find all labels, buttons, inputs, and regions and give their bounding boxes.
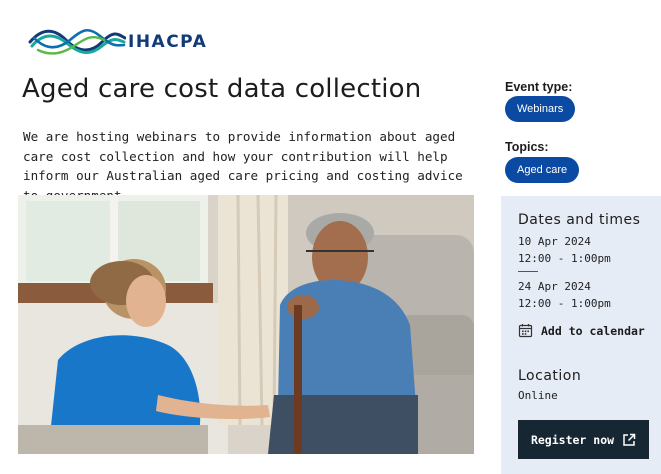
session-divider <box>518 271 538 272</box>
session-date: 10 Apr 2024 <box>518 235 591 248</box>
add-to-calendar-label: Add to calendar <box>541 323 645 338</box>
location-heading: Location <box>518 368 582 384</box>
dates-heading: Dates and times <box>518 212 641 228</box>
intro-paragraph: We are hosting webinars to provide infor… <box>23 129 463 203</box>
topic-tag-aged-care[interactable]: Aged care <box>505 157 580 183</box>
session-time: 12:00 - 1:00pm <box>518 252 611 265</box>
register-now-label: Register now <box>530 432 615 447</box>
event-type-tag[interactable]: Webinars <box>505 96 576 122</box>
register-now-button[interactable]: Register now <box>518 420 649 459</box>
page-title: Aged care cost data collection <box>22 74 422 104</box>
location-value: Online <box>518 389 558 402</box>
photo-nurse-with-elderly-man <box>18 195 474 454</box>
event-details-panel: Dates and times 10 Apr 2024 12:00 - 1:00… <box>501 196 661 474</box>
calendar-icon <box>518 324 533 338</box>
session-time: 12:00 - 1:00pm <box>518 297 611 310</box>
external-link-icon <box>623 433 636 446</box>
add-to-calendar-link[interactable]: Add to calendar <box>518 323 645 338</box>
wave-logo-icon <box>28 28 126 55</box>
topics-label: Topics: <box>505 140 549 154</box>
ihacpa-logo[interactable]: IHACPA <box>28 20 218 64</box>
logo-wordmark: IHACPA <box>128 32 208 52</box>
event-type-label: Event type: <box>505 80 573 94</box>
hero-photo <box>18 195 474 454</box>
session-date: 24 Apr 2024 <box>518 280 591 293</box>
